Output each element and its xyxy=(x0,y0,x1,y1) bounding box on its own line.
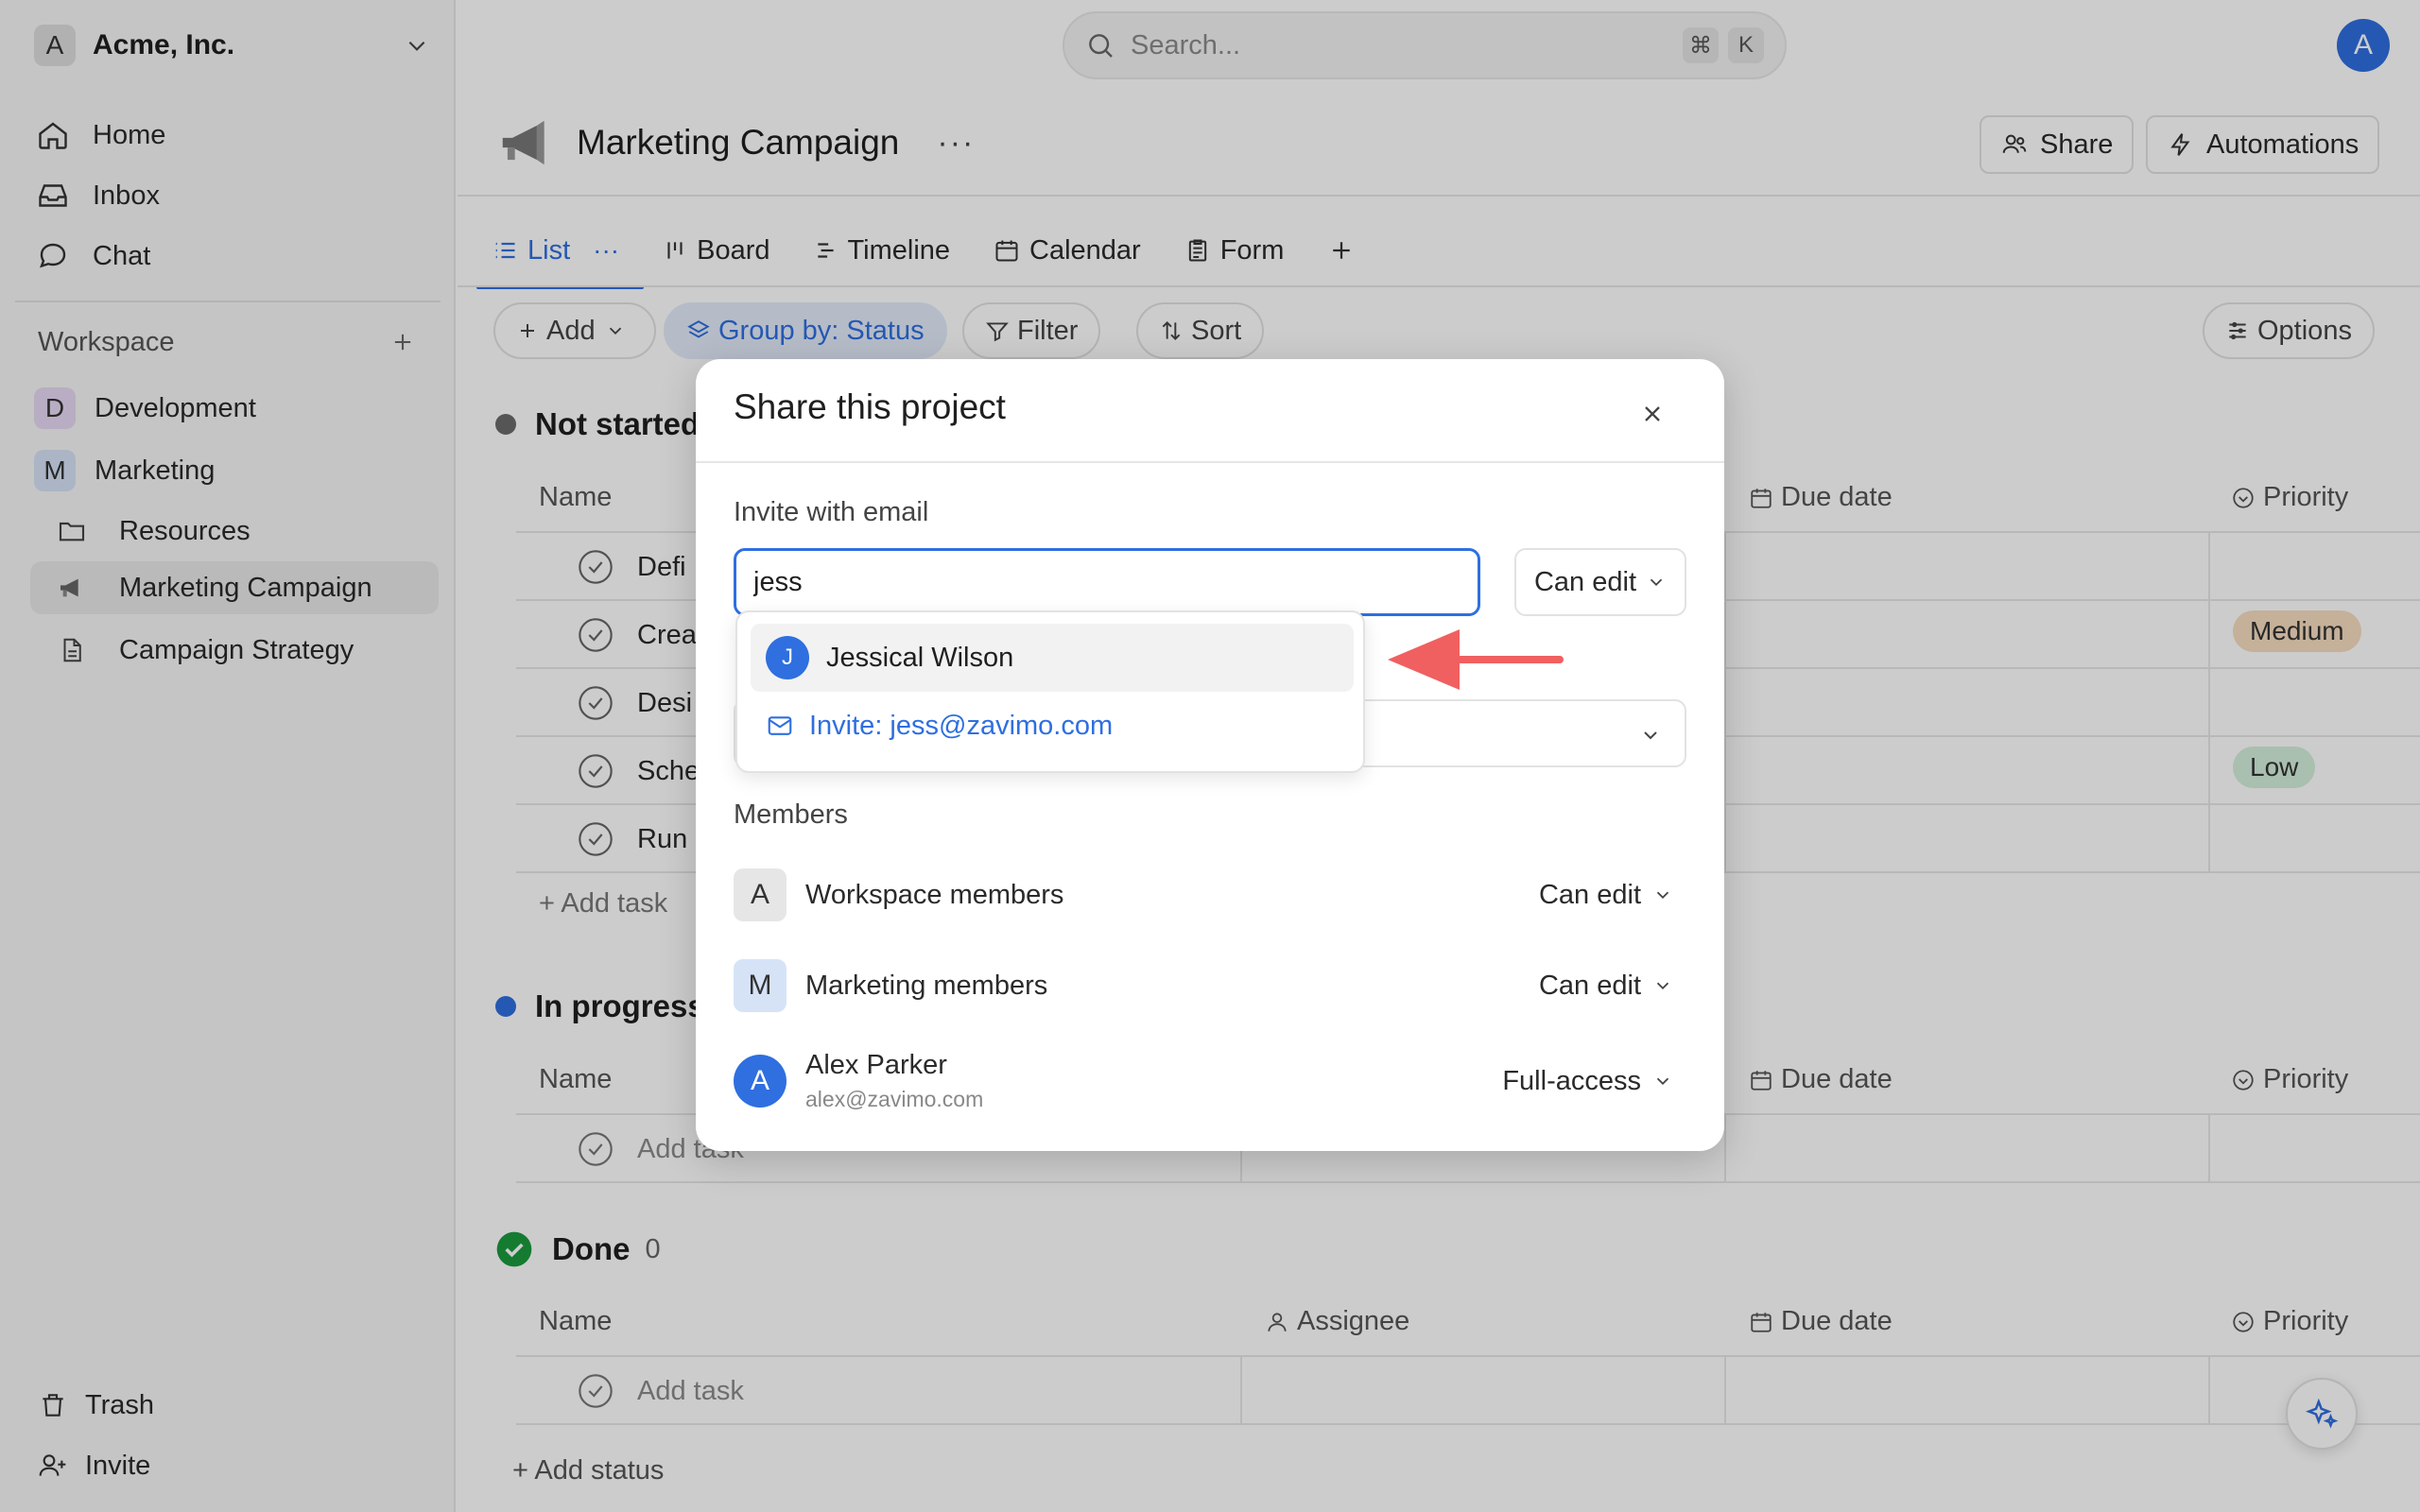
member-name: Marketing members xyxy=(805,970,1048,1001)
member-avatar: M xyxy=(734,959,786,1012)
close-icon[interactable] xyxy=(1632,393,1673,435)
member-info: Alex Parker alex@zavimo.com xyxy=(805,1050,1502,1112)
chevron-down-icon xyxy=(1639,724,1662,747)
chevron-down-icon xyxy=(1652,885,1673,905)
member-permission-select[interactable]: Can edit xyxy=(1539,971,1686,1002)
permission-value: Can edit xyxy=(1538,970,1641,1001)
permission-value: Can edit xyxy=(1533,566,1636,597)
member-row-marketing: M Marketing members Can edit xyxy=(734,953,1686,1019)
member-name: Alex Parker xyxy=(805,1050,947,1080)
invite-text: Invite: jess@zavimo.com xyxy=(809,710,1114,741)
chevron-down-icon xyxy=(1646,572,1667,593)
avatar: J xyxy=(766,636,809,679)
permission-value: Can edit xyxy=(1538,879,1641,910)
suggestion-name: Jessical Wilson xyxy=(826,642,1014,673)
member-permission-select[interactable]: Full-access xyxy=(1502,1066,1686,1097)
chevron-down-icon xyxy=(1652,1071,1673,1091)
invite-email-option[interactable]: Invite: jess@zavimo.com xyxy=(751,692,1354,760)
member-name: Workspace members xyxy=(805,879,1064,910)
invite-label: Invite with email xyxy=(734,497,929,527)
member-permission-select[interactable]: Can edit xyxy=(1539,880,1686,911)
member-avatar: A xyxy=(734,1055,786,1108)
dialog-title: Share this project xyxy=(734,387,1006,426)
annotation-arrow xyxy=(1384,624,1564,696)
mail-icon xyxy=(766,712,794,740)
permission-value: Full-access xyxy=(1502,1065,1641,1096)
members-label: Members xyxy=(734,799,848,830)
email-field[interactable] xyxy=(734,548,1480,616)
member-row-alex: A Alex Parker alex@zavimo.com Full-acces… xyxy=(734,1041,1686,1121)
member-email: alex@zavimo.com xyxy=(805,1087,984,1111)
permission-select[interactable]: Can edit xyxy=(1514,548,1686,616)
member-avatar: A xyxy=(734,868,786,921)
dialog-divider xyxy=(696,461,1724,463)
chevron-down-icon xyxy=(1652,975,1673,996)
suggestion-item[interactable]: J Jessical Wilson xyxy=(751,624,1354,692)
email-suggestions: J Jessical Wilson Invite: jess@zavimo.co… xyxy=(735,610,1365,773)
member-row-workspace: A Workspace members Can edit xyxy=(734,862,1686,928)
